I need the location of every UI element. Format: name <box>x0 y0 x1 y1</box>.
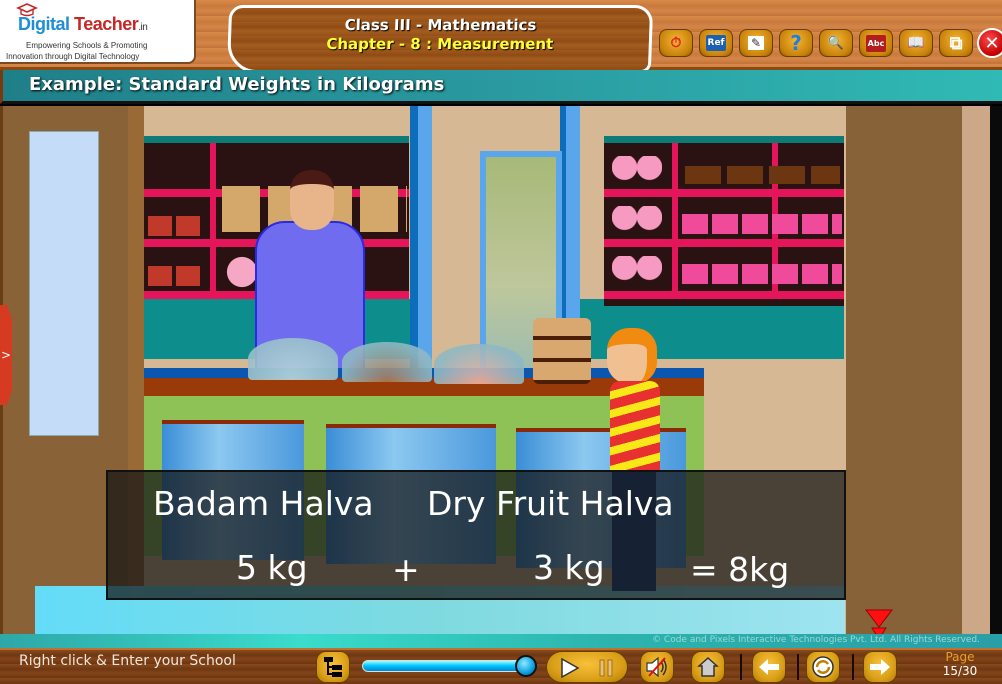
arrow-left-icon <box>759 659 779 675</box>
dictionary-icon: Abc <box>865 34 887 52</box>
boy-head <box>607 328 657 384</box>
shelf-rail <box>604 189 844 197</box>
dry-fruit-halva-label: Dry Fruit Halva <box>427 484 674 523</box>
mute-button[interactable] <box>640 651 674 683</box>
logo-brand-suffix: .in <box>138 22 148 33</box>
shelf-divider <box>210 143 216 293</box>
example-title-bar: Example: Standard Weights in Kilograms <box>0 70 1002 104</box>
history-icon: ⏱ <box>670 35 682 51</box>
notes-button[interactable]: ✎ <box>739 29 773 57</box>
pastries <box>682 214 842 234</box>
open-book-button[interactable]: 📖 <box>899 29 933 57</box>
zoom-icon: 🔍 <box>827 35 845 51</box>
cupcakes <box>612 206 662 234</box>
play-icon[interactable] <box>560 658 580 678</box>
school-prompt[interactable]: Right click & Enter your School <box>19 653 236 669</box>
sound-muted-icon <box>646 656 667 678</box>
cupcakes <box>612 256 662 284</box>
window-restore-icon: ⧉ <box>949 32 963 54</box>
help-icon: ? <box>790 31 802 55</box>
page-label: Page <box>945 650 975 664</box>
shelf-top-band <box>604 136 844 143</box>
dry-fruit-halva-weight: 3 kg <box>533 548 605 587</box>
total-weight: = 8kg <box>690 550 790 589</box>
halva-weight-overlay: Badam Halva Dry Fruit Halva 5 kg + 3 kg … <box>106 470 846 600</box>
home-button[interactable] <box>691 651 725 683</box>
right-wall <box>962 106 990 634</box>
top-bar: Digital Teacher.in Empowering Schools & … <box>0 0 1002 73</box>
glass-dome <box>248 338 338 380</box>
badam-halva-weight: 5 kg <box>236 548 308 587</box>
divider <box>740 654 742 680</box>
progress-bar[interactable] <box>362 660 530 672</box>
pause-icon[interactable] <box>599 659 613 677</box>
replay-button[interactable] <box>806 651 840 683</box>
chevron-right-icon: > <box>1 348 12 362</box>
cupcakes <box>612 156 662 184</box>
shelf-divider <box>672 143 678 293</box>
reference-book-icon: Ref <box>705 35 727 51</box>
boy-shirt <box>610 381 660 471</box>
reference-button[interactable]: Ref <box>699 29 733 57</box>
chapter-title: Chapter - 8 : Measurement <box>326 35 554 53</box>
title-plate: Class III - Mathematics Chapter - 8 : Me… <box>226 5 654 73</box>
shelf-rail <box>604 291 844 299</box>
example-title: Example: Standard Weights in Kilograms <box>29 74 445 95</box>
shelf-top-band <box>144 136 409 143</box>
logo-brand: Digital Teacher.in <box>18 14 148 35</box>
zoom-button[interactable]: 🔍 <box>819 29 853 57</box>
right-door <box>846 106 962 634</box>
sitemap-button[interactable] <box>316 651 350 683</box>
replay-icon <box>812 656 834 678</box>
close-icon: ✕ <box>984 32 1000 54</box>
toolbar: ⏱ Ref ✎ ? 🔍 Abc 📖 ⧉ ✕ <box>659 28 1002 58</box>
logo-tagline-1: Empowering Schools & Promoting <box>26 41 148 50</box>
progress-slider-knob[interactable] <box>515 655 537 677</box>
page-indicator: Page 15/30 <box>938 650 982 678</box>
previous-page-button[interactable] <box>752 651 786 683</box>
class-title: Class III - Mathematics <box>344 16 537 34</box>
divider <box>852 654 854 680</box>
shopkeeper-head <box>290 170 334 230</box>
home-icon <box>697 656 719 677</box>
play-pause-control <box>546 651 628 683</box>
copyright-text: © Code and Pixels Interactive Technologi… <box>652 635 980 645</box>
close-button[interactable]: ✕ <box>977 28 1002 58</box>
dictionary-button[interactable]: Abc <box>859 29 893 57</box>
tiered-cake <box>533 318 591 384</box>
logo-brand-digital: Digital <box>18 14 70 34</box>
page-number: 15/30 <box>942 664 978 678</box>
chocolate-cakes <box>685 166 840 184</box>
next-page-button[interactable] <box>863 651 897 683</box>
history-button[interactable]: ⏱ <box>659 29 693 57</box>
side-panel-toggle[interactable]: > <box>0 305 12 405</box>
small-cakes <box>148 216 203 236</box>
glass-dome <box>342 342 432 382</box>
door-frame-left <box>410 106 432 376</box>
divider <box>797 654 799 680</box>
window-restore-button[interactable]: ⧉ <box>939 29 973 57</box>
arrow-right-icon <box>870 659 890 675</box>
bottom-control-bar: Right click & Enter your School Page 15/… <box>0 648 1002 684</box>
open-book-icon: 📖 <box>907 35 925 51</box>
digital-teacher-logo: Digital Teacher.in Empowering Schools & … <box>0 0 196 64</box>
shelf-rail <box>604 239 844 247</box>
glass-dome <box>434 344 524 384</box>
plus-operator: + <box>392 550 420 589</box>
logo-brand-teacher: Teacher <box>74 14 139 34</box>
notes-icon: ✎ <box>747 36 765 50</box>
badam-halva-label: Badam Halva <box>153 484 374 523</box>
copyright-strip: © Code and Pixels Interactive Technologi… <box>0 634 1002 648</box>
right-edge <box>990 106 1002 634</box>
pastries <box>682 264 842 284</box>
door-window <box>29 131 99 436</box>
help-button[interactable]: ? <box>779 29 813 57</box>
logo-tagline-2: Innovation through Digital Technology <box>6 52 140 61</box>
small-cakes <box>148 266 203 286</box>
sitemap-icon <box>324 657 342 677</box>
